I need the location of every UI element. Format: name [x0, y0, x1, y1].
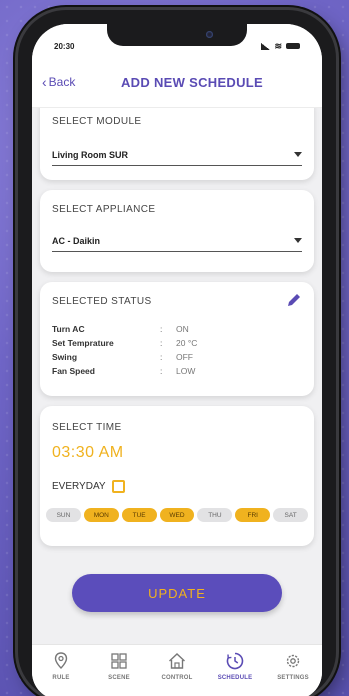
time-value[interactable]: 03:30 AM — [52, 444, 124, 462]
tab-label: SETTINGS — [277, 675, 309, 681]
caret-down-icon — [294, 238, 302, 243]
edit-pencil-icon[interactable] — [286, 292, 302, 308]
status-sep: : — [160, 366, 163, 376]
status-time: 20:30 — [54, 41, 75, 51]
bottom-tab-bar: RULE SCENE CONTROL SCHEDULE SETTINGS — [32, 644, 322, 696]
select-appliance-card: SELECT APPLIANCE AC - Daikin — [40, 190, 314, 272]
status-key: Set Temprature — [52, 338, 114, 348]
everyday-option[interactable]: EVERYDAY — [52, 480, 125, 493]
day-mon[interactable]: MON — [83, 508, 119, 522]
signal-icon — [261, 42, 271, 50]
tab-scene[interactable]: SCENE — [94, 651, 144, 681]
appliance-dropdown[interactable]: AC - Daikin — [52, 230, 302, 252]
status-sep: : — [160, 352, 163, 362]
camera-icon — [206, 31, 213, 38]
status-row: Turn AC : ON — [52, 322, 302, 336]
tab-settings[interactable]: SETTINGS — [268, 651, 318, 681]
status-value: LOW — [176, 366, 196, 376]
day-selector: SUN MON TUE WED THU FRI SAT — [46, 508, 309, 522]
chevron-left-icon: ‹ — [42, 74, 47, 90]
status-key: Fan Speed — [52, 366, 95, 376]
tab-schedule[interactable]: SCHEDULE — [210, 651, 260, 681]
status-sep: : — [160, 324, 163, 334]
day-fri[interactable]: FRI — [235, 508, 271, 522]
selected-status-label: SELECTED STATUS — [52, 296, 152, 307]
clock-icon — [226, 652, 244, 670]
day-sun[interactable]: SUN — [46, 508, 81, 522]
status-key: Swing — [52, 352, 78, 362]
page-title: ADD NEW SCHEDULE — [120, 75, 264, 90]
back-button[interactable]: ‹ Back — [42, 75, 75, 89]
phone-screen: 20:30 ≋ ‹ Back ADD NEW SCHEDULE SELECT M… — [32, 24, 322, 696]
select-module-card: SELECT MODULE Living Room SUR — [40, 108, 314, 180]
house-icon — [169, 653, 185, 669]
select-time-card: SELECT TIME 03:30 AM EVERYDAY SUN MON TU… — [40, 406, 314, 546]
appliance-value: AC - Daikin — [52, 235, 101, 246]
header: ‹ Back ADD NEW SCHEDULE — [32, 58, 322, 108]
status-value: ON — [176, 324, 189, 334]
main-content: SELECT MODULE Living Room SUR SELECT APP… — [32, 108, 322, 644]
day-wed[interactable]: WED — [159, 508, 195, 522]
tab-label: CONTROL — [161, 675, 193, 681]
status-row: Fan Speed : LOW — [52, 364, 302, 378]
status-row: Swing : OFF — [52, 350, 302, 364]
wifi-icon: ≋ — [274, 40, 282, 51]
module-value: Living Room SUR — [52, 149, 128, 160]
tab-control[interactable]: CONTROL — [152, 651, 202, 681]
status-value: 20 °C — [176, 338, 198, 348]
tab-label: SCHEDULE — [217, 675, 253, 681]
status-icons: ≋ — [261, 40, 300, 51]
tab-label: SCENE — [108, 675, 130, 681]
back-label: Back — [48, 75, 76, 89]
status-value: OFF — [176, 352, 193, 362]
tab-rule[interactable]: RULE — [36, 651, 86, 681]
select-module-label: SELECT MODULE — [52, 116, 142, 127]
day-thu[interactable]: THU — [197, 508, 233, 522]
scene-grid-icon — [111, 653, 127, 669]
battery-icon — [286, 43, 300, 49]
status-list: Turn AC : ON Set Temprature : 20 °C Swin… — [52, 322, 302, 378]
gear-icon — [286, 654, 300, 668]
status-sep: : — [160, 338, 163, 348]
status-row: Set Temprature : 20 °C — [52, 336, 302, 350]
status-key: Turn AC — [52, 324, 85, 334]
select-appliance-label: SELECT APPLIANCE — [52, 204, 156, 215]
location-pin-icon — [54, 652, 68, 669]
select-time-label: SELECT TIME — [52, 422, 122, 433]
everyday-label: EVERYDAY — [52, 481, 106, 492]
day-sat[interactable]: SAT — [273, 508, 309, 522]
everyday-checkbox[interactable] — [111, 480, 125, 493]
module-dropdown[interactable]: Living Room SUR — [52, 144, 302, 166]
notch — [107, 24, 247, 46]
caret-down-icon — [294, 152, 302, 157]
day-tue[interactable]: TUE — [121, 508, 157, 522]
tab-label: RULE — [52, 675, 70, 681]
phone-frame: 20:30 ≋ ‹ Back ADD NEW SCHEDULE SELECT M… — [18, 10, 336, 696]
update-button[interactable]: UPDATE — [72, 574, 282, 612]
selected-status-card: SELECTED STATUS Turn AC : ON Set Temprat… — [40, 282, 314, 396]
